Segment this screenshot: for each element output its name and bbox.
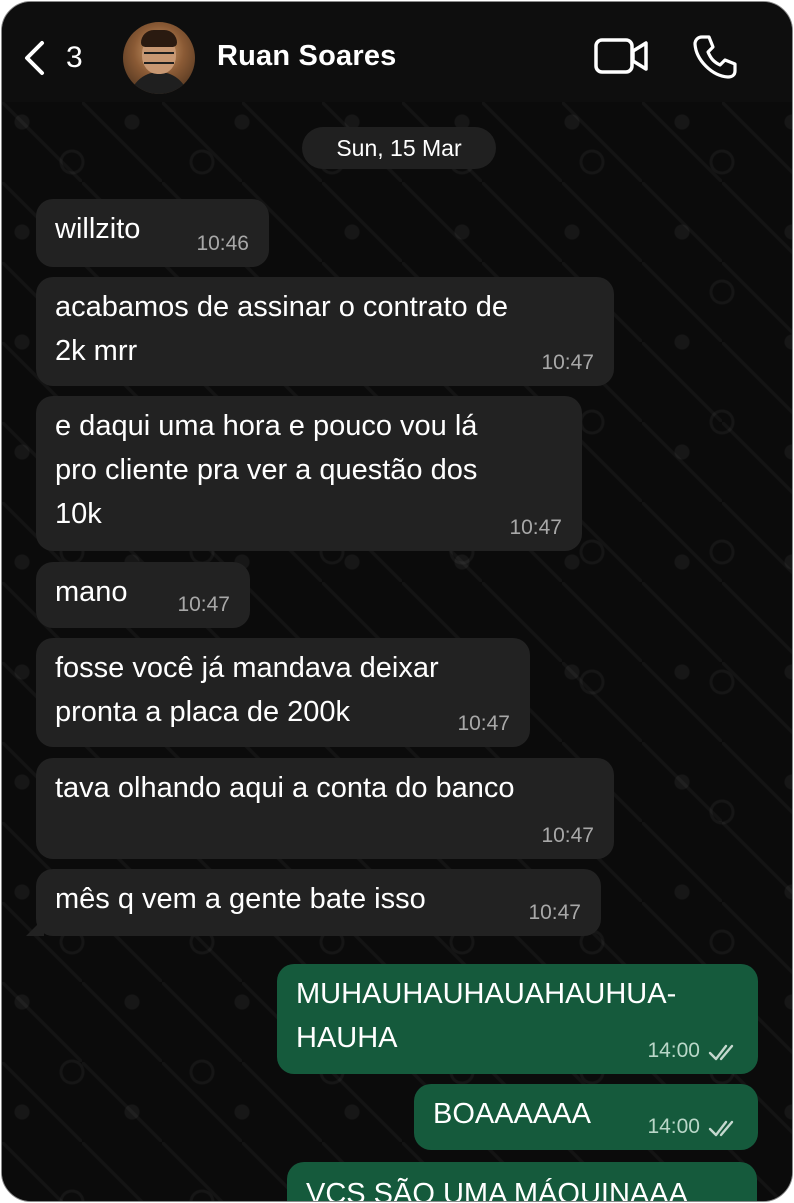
date-separator: Sun, 15 Mar (302, 127, 496, 169)
avatar[interactable] (123, 22, 195, 94)
contact-name[interactable]: Ruan Soares (217, 40, 397, 73)
outgoing-message[interactable]: MUHAUHAUHAUAHAUHUA- HAUHA 14:00 (277, 964, 758, 1074)
chevron-left-icon (25, 41, 44, 75)
outgoing-message[interactable]: BOAAAAAA 14:00 (414, 1084, 758, 1150)
phone-icon[interactable] (692, 34, 738, 80)
incoming-message[interactable]: e daqui uma hora e pouco vou lá pro clie… (36, 396, 582, 551)
phone-frame: 3 Ruan Soares Sun, 15 Mar willzito 10:46… (1, 1, 793, 1202)
incoming-message[interactable]: fosse você já mandava deixar pronta a pl… (36, 638, 530, 747)
message-time: 10:47 (509, 516, 562, 539)
message-text: mês q vem a gente bate isso (55, 883, 426, 915)
message-time: 10:47 (457, 712, 510, 735)
back-button[interactable]: 3 (22, 38, 83, 78)
double-check-icon (708, 1044, 734, 1061)
outgoing-message[interactable]: VCS SÃO UMA MÁQUINAAA (287, 1162, 757, 1202)
message-text: tava olhando aqui a conta do banco (55, 772, 515, 804)
message-time: 10:46 (196, 232, 249, 255)
chat-header: 3 Ruan Soares (2, 2, 792, 102)
incoming-message[interactable]: mano 10:47 (36, 562, 250, 628)
double-check-icon (708, 1120, 734, 1137)
message-text: e daqui uma hora e pouco vou lá pro clie… (55, 410, 478, 530)
message-time: 14:00 (647, 1039, 700, 1062)
incoming-message[interactable]: tava olhando aqui a conta do banco 10:47 (36, 758, 614, 859)
back-count: 3 (66, 41, 83, 74)
video-camera-icon[interactable] (594, 38, 648, 74)
message-time: 10:47 (541, 824, 594, 847)
incoming-message[interactable]: mês q vem a gente bate isso 10:47 (26, 869, 601, 936)
chat-area: Sun, 15 Mar willzito 10:46 acabamos de a… (2, 102, 792, 1202)
message-time: 10:47 (177, 593, 230, 616)
incoming-message[interactable]: acabamos de assinar o contrato de 2k mrr… (36, 277, 614, 386)
message-text: fosse você já mandava deixar pronta a pl… (55, 652, 439, 728)
message-time: 14:00 (647, 1115, 700, 1138)
message-text: acabamos de assinar o contrato de 2k mrr (55, 291, 508, 367)
bubble-tail (26, 918, 44, 936)
message-text: VCS SÃO UMA MÁQUINAAA (306, 1178, 688, 1202)
message-time: 10:47 (541, 351, 594, 374)
message-time: 10:47 (528, 901, 581, 924)
incoming-message[interactable]: willzito 10:46 (36, 199, 269, 267)
